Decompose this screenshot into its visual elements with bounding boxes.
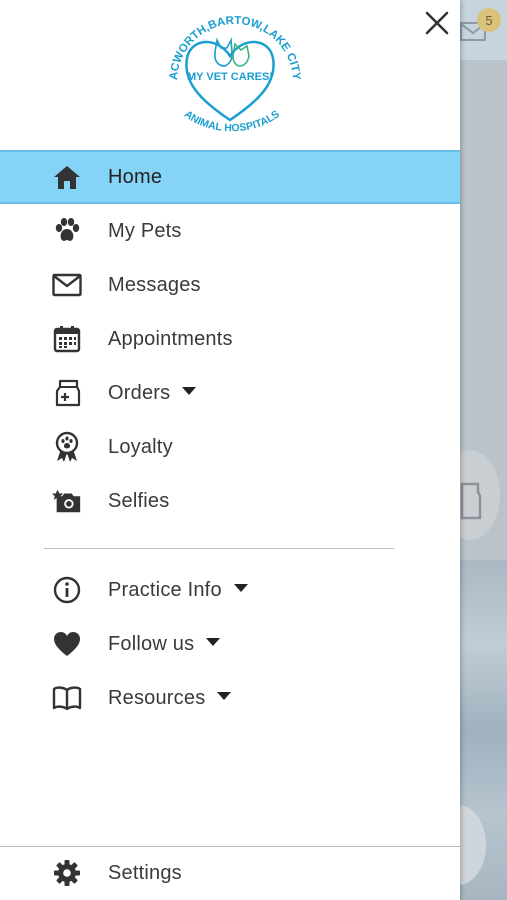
logo-bottom-text: ANIMAL HOSPITALS	[182, 108, 282, 134]
menu-item-label: Selfies	[108, 489, 170, 512]
menu-item-label: Loyalty	[108, 435, 173, 458]
menu-item-resources[interactable]: Resources	[0, 671, 460, 725]
chevron-down-icon	[206, 638, 221, 647]
logo-center-text: MY VET CARES!	[187, 71, 273, 83]
menu-item-orders[interactable]: Orders	[0, 366, 460, 420]
background-bag-icon	[460, 480, 482, 520]
menu-divider	[44, 548, 394, 549]
menu-item-my-pets[interactable]: My Pets	[0, 204, 460, 258]
menu-item-label: Resources	[108, 687, 232, 710]
chevron-down-icon	[217, 692, 232, 701]
menu-item-selfies[interactable]: Selfies	[0, 474, 460, 528]
envelope-icon	[51, 269, 83, 301]
menu-item-label: My Pets	[108, 219, 182, 242]
menu-item-loyalty[interactable]: Loyalty	[0, 420, 460, 474]
chevron-down-icon	[182, 387, 197, 396]
menu-item-label: Follow us	[108, 633, 221, 656]
paw-icon	[51, 215, 83, 247]
menu-item-messages[interactable]: Messages	[0, 258, 460, 312]
camera-icon	[51, 485, 83, 517]
menu-item-follow-us[interactable]: Follow us	[0, 617, 460, 671]
book-icon	[51, 682, 83, 714]
close-icon	[425, 11, 449, 35]
chevron-down-icon	[233, 584, 248, 593]
heart-icon	[51, 628, 83, 660]
gear-icon	[51, 857, 83, 889]
home-icon	[51, 161, 83, 193]
close-button[interactable]	[420, 6, 454, 40]
menu-item-label: Orders	[108, 382, 197, 405]
menu-item-home[interactable]: Home	[0, 150, 460, 204]
menu-item-label: Practice Info	[108, 579, 248, 602]
menu-item-settings[interactable]: Settings	[0, 847, 460, 899]
main-menu: Home My Pets Messages Appointments Order…	[0, 150, 460, 725]
svg-text:ANIMAL HOSPITALS: ANIMAL HOSPITALS	[182, 108, 282, 134]
menu-item-label: Appointments	[108, 327, 233, 350]
medicine-bag-icon	[51, 377, 83, 409]
clinic-logo: ACWORTH,BARTOW,LAKE CITY MY VET CARES! A…	[155, 0, 305, 148]
info-icon	[51, 574, 83, 606]
notification-badge: 5	[477, 8, 501, 32]
menu-item-label: Home	[108, 165, 163, 188]
menu-item-appointments[interactable]: Appointments	[0, 312, 460, 366]
background-app: 5	[460, 0, 507, 900]
calendar-icon	[51, 323, 83, 355]
menu-item-practice-info[interactable]: Practice Info	[0, 563, 460, 617]
navigation-drawer: ACWORTH,BARTOW,LAKE CITY MY VET CARES! A…	[0, 0, 460, 900]
menu-item-label: Settings	[108, 861, 182, 884]
award-ribbon-icon	[51, 431, 83, 463]
menu-item-label: Messages	[108, 273, 201, 296]
